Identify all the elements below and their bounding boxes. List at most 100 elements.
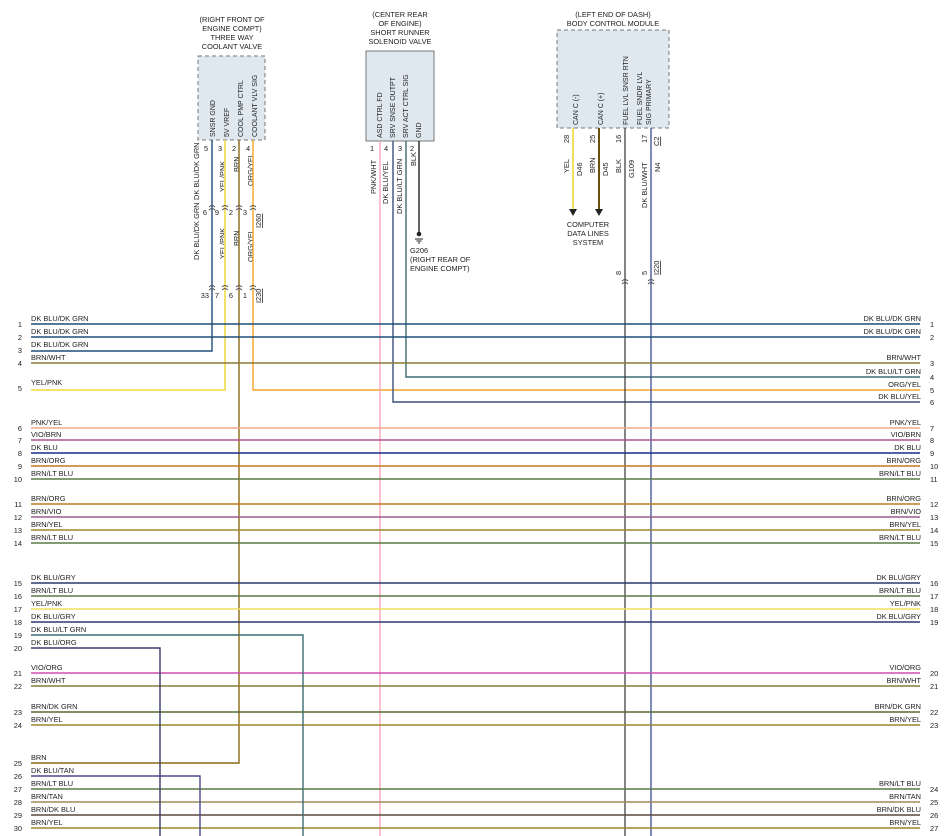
left-row-label: BRN/VIO — [31, 507, 62, 516]
wire-color-label: DK BLU/LT GRN — [395, 159, 404, 214]
right-row-label: DK BLU/LT GRN — [866, 367, 921, 376]
bcm-pin-numbers: 28 25 16 17 — [562, 135, 649, 143]
connector-pin-number: 6 — [229, 291, 233, 300]
right-row-number: 19 — [930, 618, 938, 627]
solenoid-pin-number: 2 — [410, 144, 414, 153]
left-row-label: DK BLU/TAN — [31, 766, 74, 775]
bcm-location: (LEFT END OF DASH) — [575, 10, 650, 19]
right-row-number: 13 — [930, 513, 938, 522]
right-row-label: DK BLU/DK GRN — [864, 314, 922, 323]
right-row-number: 15 — [930, 539, 938, 548]
connector-pin-number: 3 — [243, 208, 247, 217]
solenoid-wires — [379, 141, 920, 836]
left-row-number: 26 — [14, 772, 22, 781]
right-row-label: BRN/LT BLU — [879, 533, 921, 542]
solenoid-pin-numbers: 1 4 3 2 — [370, 144, 414, 153]
right-row-number: 24 — [930, 785, 938, 794]
data-lines-line-1: COMPUTER — [567, 220, 609, 229]
right-row-number: 1 — [930, 320, 934, 329]
right-row-label: BRN/WHT — [887, 353, 922, 362]
wire-color-label: DK BLU/DK GRN — [192, 143, 201, 201]
solenoid-pin-label: SRV ACT CTRL SIG — [403, 74, 410, 138]
solenoid-pin-label: GND — [416, 122, 423, 138]
arrow-icon — [595, 209, 603, 216]
left-row-number: 17 — [14, 605, 22, 614]
right-row-number: 23 — [930, 721, 938, 730]
left-row-label: DK BLU/DK GRN — [31, 314, 89, 323]
left-row-number: 8 — [18, 449, 22, 458]
right-row-label: BRN/TAN — [889, 792, 921, 801]
solenoid-valve-component[interactable]: (CENTER REAR OF ENGINE) SHORT RUNNER SOL… — [365, 10, 435, 142]
wire-color-label: DK BLU/YEL — [381, 161, 390, 204]
right-row-label: BRN/ORG — [887, 456, 922, 465]
connector-ref-label: I230 — [254, 289, 263, 303]
data-lines-line-3: SYSTEM — [573, 238, 603, 247]
right-row-label: BRN/LT BLU — [879, 586, 921, 595]
right-row-number: 12 — [930, 500, 938, 509]
wire-circuit-label: D46 — [575, 162, 584, 176]
right-row-label: ORG/YEL — [888, 380, 921, 389]
coolant-valve-pin-number: 3 — [218, 144, 222, 153]
right-row-number: 8 — [930, 436, 934, 445]
right-row-number: 5 — [930, 386, 934, 395]
bcm-component[interactable]: (LEFT END OF DASH) BODY CONTROL MODULE C… — [556, 10, 670, 146]
coolant-valve-location-line-2: ENGINE COMPT) — [202, 24, 262, 33]
coolant-valve-pin-label: 5V VREF — [224, 108, 231, 137]
left-row-label: BRN/LT BLU — [31, 586, 73, 595]
connector-pin-number: 33 — [201, 291, 209, 300]
right-row-label: BRN/YEL — [889, 715, 921, 724]
left-row-label: DK BLU/GRY — [31, 573, 76, 582]
left-row-label: DK BLU/DK GRN — [31, 340, 89, 349]
left-row-label: BRN/LT BLU — [31, 779, 73, 788]
coolant-valve-wire-labels: DK BLU/DK GRN YEL/PNK BRN ORG/YEL DK BLU… — [192, 143, 255, 263]
coolant-valve-pin-number: 2 — [232, 144, 236, 153]
right-row-number: 4 — [930, 373, 934, 382]
bcm-pin-number: 17 — [640, 135, 649, 143]
wire-color-label: BRN — [588, 157, 597, 173]
left-row-label: YEL/PNK — [31, 599, 62, 608]
right-row-label: DK BLU — [894, 443, 921, 452]
coolant-valve-component[interactable]: (RIGHT FRONT OF ENGINE COMPT) THREE WAY … — [197, 15, 266, 141]
right-row-label: BRN/YEL — [889, 818, 921, 827]
wiring-diagram: (RIGHT FRONT OF ENGINE COMPT) THREE WAY … — [14, 10, 938, 836]
left-row-number: 28 — [14, 798, 22, 807]
ground-icon — [415, 238, 423, 244]
connector-pin-number: 1 — [243, 291, 247, 300]
left-row-number: 20 — [14, 644, 22, 653]
left-row-label: VIO/ORG — [31, 663, 63, 672]
right-row-label: YEL/PNK — [890, 599, 921, 608]
harness-lines — [31, 323, 920, 829]
right-row-number: 26 — [930, 811, 938, 820]
right-row-label: BRN/DK BLU — [877, 805, 921, 814]
left-row-label: YEL/PNK — [31, 378, 62, 387]
right-row-label: DK BLU/GRY — [876, 612, 921, 621]
coolant-valve-wires — [31, 140, 920, 764]
left-row-number: 27 — [14, 785, 22, 794]
right-row-number: 22 — [930, 708, 938, 717]
right-row-label: BRN/DK GRN — [875, 702, 921, 711]
bcm-bottom-pins: 8 5 I220 — [614, 261, 661, 275]
data-lines-line-2: DATA LINES — [567, 229, 609, 238]
connector-pin-number: 2 — [229, 208, 233, 217]
left-row-number: 29 — [14, 811, 22, 820]
coolant-valve-pin-number: 4 — [246, 144, 250, 153]
left-row-label: VIO/BRN — [31, 430, 61, 439]
bcm-pin-label: FUEL LVL SNSR RTN — [623, 56, 630, 125]
right-row-label: DK BLU/DK GRN — [864, 327, 922, 336]
right-row-number: 20 — [930, 669, 938, 678]
right-row-number: 10 — [930, 462, 938, 471]
right-row-label: DK BLU/GRY — [876, 573, 921, 582]
right-row-label: PNK/YEL — [890, 418, 921, 427]
coolant-valve-pin-number: 5 — [204, 144, 208, 153]
right-row-number: 16 — [930, 579, 938, 588]
solenoid-pin-label: SRV SNSE OUTPT — [390, 76, 397, 138]
left-row-number: 11 — [14, 500, 22, 509]
solenoid-name-line-1: SHORT RUNNER — [370, 28, 429, 37]
left-row-label: DK BLU/ORG — [31, 638, 77, 647]
left-row-number: 15 — [14, 579, 22, 588]
right-row-number: 27 — [930, 824, 938, 833]
left-row-label: BRN/DK GRN — [31, 702, 77, 711]
coolant-valve-name-line-2: COOLANT VALVE — [202, 42, 262, 51]
right-row-label: BRN/LT BLU — [879, 779, 921, 788]
left-row-number: 10 — [14, 475, 22, 484]
